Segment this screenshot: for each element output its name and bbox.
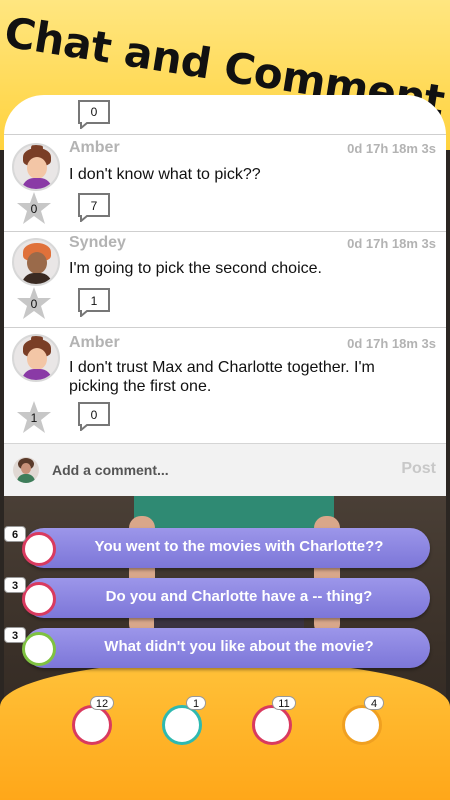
- voter-avatar[interactable]: [342, 705, 382, 745]
- choice-avatar-icon: [22, 582, 56, 616]
- user-avatar: [13, 457, 39, 483]
- comment-partial: 0: [4, 95, 446, 135]
- comment-author: Amber: [69, 139, 120, 156]
- voter-avatar[interactable]: [252, 705, 292, 745]
- choice-label: You went to the movies with Charlotte??: [94, 538, 384, 555]
- choice-count: 3: [4, 627, 26, 643]
- reply-count: 1: [90, 294, 98, 308]
- avatar-syndey[interactable]: [12, 238, 60, 286]
- choice-button[interactable]: You went to the movies with Charlotte??: [24, 528, 430, 568]
- choice-avatar-icon: [22, 532, 56, 566]
- comment-text: I don't trust Max and Charlotte together…: [69, 359, 375, 395]
- add-comment-bar: Add a comment... Post: [4, 443, 446, 496]
- comment-author: Amber: [69, 334, 120, 351]
- comment-time: 0d 17h 18m 3s: [347, 236, 436, 251]
- choice-avatar-icon: [22, 632, 56, 666]
- voter-count: 4: [364, 696, 384, 710]
- choice-count: 3: [4, 577, 26, 593]
- voter-count: 1: [186, 696, 206, 710]
- reply-count: 7: [90, 199, 98, 213]
- star-count: 1: [30, 411, 38, 425]
- avatar-amber[interactable]: [12, 334, 60, 382]
- voter-avatar[interactable]: [72, 705, 112, 745]
- reply-count: 0: [90, 408, 98, 422]
- avatar-amber[interactable]: [12, 143, 60, 191]
- comment-text: I don't know what to pick??: [69, 166, 261, 183]
- voter-avatar[interactable]: [162, 705, 202, 745]
- voter-count: 12: [90, 696, 114, 710]
- choice-count: 6: [4, 526, 26, 542]
- star-count: 0: [30, 297, 38, 311]
- voter-count: 11: [272, 696, 296, 710]
- reply-count: 0: [90, 105, 98, 119]
- bottom-panel: [0, 660, 450, 800]
- comment-text: I'm going to pick the second choice.: [69, 260, 322, 277]
- choice-button[interactable]: What didn't you like about the movie?: [24, 628, 430, 668]
- comment-item: Syndey 0d 17h 18m 3s I'm going to pick t…: [4, 232, 446, 328]
- comment-author: Syndey: [69, 234, 126, 251]
- comments-card[interactable]: 0 Amber 0d 17h 18m 3s I don't know what …: [4, 95, 446, 497]
- choice-label: What didn't you like about the movie?: [104, 638, 374, 655]
- star-count: 0: [30, 202, 38, 216]
- comment-time: 0d 17h 18m 3s: [347, 141, 436, 156]
- post-button[interactable]: Post: [401, 460, 436, 478]
- choice-button[interactable]: Do you and Charlotte have a -- thing?: [24, 578, 430, 618]
- comment-time: 0d 17h 18m 3s: [347, 336, 436, 351]
- comment-item: Amber 0d 17h 18m 3s I don't know what to…: [4, 135, 446, 232]
- comment-input[interactable]: Add a comment...: [52, 462, 169, 478]
- choice-label: Do you and Charlotte have a -- thing?: [105, 588, 373, 605]
- comment-item: Amber 0d 17h 18m 3s I don't trust Max an…: [4, 328, 446, 443]
